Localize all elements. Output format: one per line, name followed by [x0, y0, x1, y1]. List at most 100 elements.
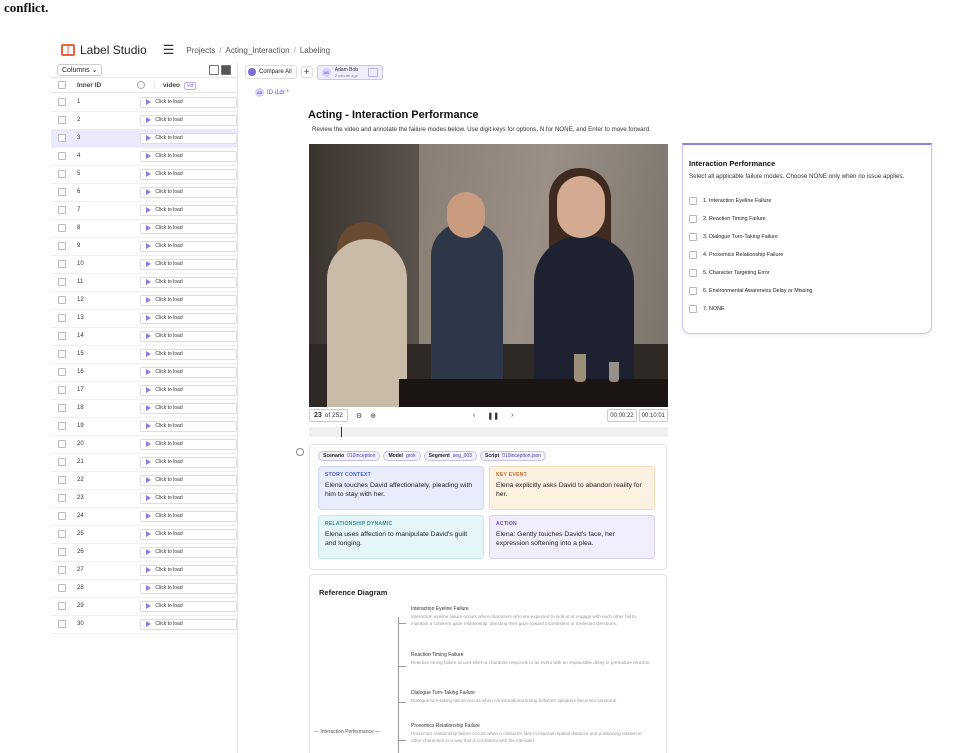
- row-checkbox[interactable]: [58, 476, 66, 484]
- table-row[interactable]: 17 Click to load: [51, 381, 237, 400]
- choice-option-5[interactable]: 5. Character Targeting Error: [689, 269, 770, 277]
- select-all-checkbox[interactable]: [58, 81, 66, 89]
- grid-view-icon[interactable]: [221, 64, 231, 75]
- video-cell[interactable]: Click to load: [140, 402, 237, 414]
- timeline-track[interactable]: [309, 427, 668, 437]
- column-inner-id[interactable]: Inner ID: [77, 82, 137, 89]
- row-checkbox[interactable]: [58, 548, 66, 556]
- table-row[interactable]: 18 Click to load: [51, 399, 237, 418]
- zoom-icon[interactable]: ⊕: [370, 412, 376, 420]
- table-row[interactable]: 23 Click to load: [51, 489, 237, 508]
- row-checkbox[interactable]: [58, 422, 66, 430]
- video-cell[interactable]: Click to load: [140, 168, 237, 180]
- row-checkbox[interactable]: [58, 188, 66, 196]
- video-cell[interactable]: Click to load: [140, 186, 237, 198]
- row-checkbox[interactable]: [58, 206, 66, 214]
- video-cell[interactable]: Click to load: [140, 456, 237, 468]
- table-row[interactable]: 21 Click to load: [51, 453, 237, 472]
- choice-checkbox[interactable]: [689, 197, 697, 205]
- table-row[interactable]: 26 Click to load: [51, 543, 237, 562]
- compare-all-button[interactable]: Compare All: [245, 65, 297, 79]
- row-checkbox[interactable]: [58, 98, 66, 106]
- table-row[interactable]: 30 Click to load: [51, 615, 237, 634]
- table-row[interactable]: 14 Click to load: [51, 327, 237, 346]
- video-cell[interactable]: Click to load: [140, 420, 237, 432]
- row-checkbox[interactable]: [58, 134, 66, 142]
- choice-checkbox[interactable]: [689, 269, 697, 277]
- row-checkbox[interactable]: [58, 584, 66, 592]
- video-cell[interactable]: Click to load: [140, 348, 237, 360]
- table-row[interactable]: 11 Click to load: [51, 273, 237, 292]
- row-checkbox[interactable]: [58, 314, 66, 322]
- choice-checkbox[interactable]: [689, 251, 697, 259]
- table-row[interactable]: 3 Click to load: [51, 129, 237, 148]
- video-cell[interactable]: Click to load: [140, 312, 237, 324]
- video-cell[interactable]: Click to load: [140, 438, 237, 450]
- choice-checkbox[interactable]: [689, 233, 697, 241]
- row-checkbox[interactable]: [58, 530, 66, 538]
- settings-icon[interactable]: ⚙: [356, 412, 362, 420]
- video-cell[interactable]: Click to load: [140, 204, 237, 216]
- video-cell[interactable]: Click to load: [140, 132, 237, 144]
- row-checkbox[interactable]: [58, 566, 66, 574]
- video-cell[interactable]: Click to load: [140, 150, 237, 162]
- video-cell[interactable]: Click to load: [140, 528, 237, 540]
- row-checkbox[interactable]: [58, 224, 66, 232]
- prev-frame-icon[interactable]: ‹: [473, 412, 475, 420]
- video-cell[interactable]: Click to load: [140, 330, 237, 342]
- next-frame-icon[interactable]: ›: [511, 412, 513, 420]
- row-checkbox[interactable]: [58, 458, 66, 466]
- video-cell[interactable]: Click to load: [140, 600, 237, 612]
- video-cell[interactable]: Click to load: [140, 114, 237, 126]
- table-row[interactable]: 9 Click to load: [51, 237, 237, 256]
- breadcrumb-project[interactable]: Acting_Interaction: [226, 46, 290, 55]
- table-row[interactable]: 25 Click to load: [51, 525, 237, 544]
- choice-checkbox[interactable]: [689, 305, 697, 313]
- frame-counter[interactable]: 23 of 252: [309, 409, 348, 422]
- row-checkbox[interactable]: [58, 368, 66, 376]
- pause-icon[interactable]: ❚❚: [487, 412, 499, 420]
- table-row[interactable]: 19 Click to load: [51, 417, 237, 436]
- video-cell[interactable]: Click to load: [140, 492, 237, 504]
- choice-option-1[interactable]: 1. Interaction Eyeline Failure: [689, 197, 771, 205]
- video-cell[interactable]: Click to load: [140, 384, 237, 396]
- row-checkbox[interactable]: [58, 242, 66, 250]
- video-cell[interactable]: Click to load: [140, 564, 237, 576]
- table-row[interactable]: 7 Click to load: [51, 201, 237, 220]
- choice-option-7[interactable]: 7. NONE: [689, 305, 725, 313]
- video-cell[interactable]: Click to load: [140, 618, 237, 630]
- breadcrumb-projects[interactable]: Projects: [186, 46, 215, 55]
- row-checkbox[interactable]: [58, 620, 66, 628]
- table-row[interactable]: 12 Click to load: [51, 291, 237, 310]
- columns-button[interactable]: Columns ⌄: [57, 63, 103, 76]
- row-checkbox[interactable]: [58, 296, 66, 304]
- table-row[interactable]: 4 Click to load: [51, 147, 237, 166]
- table-row[interactable]: 24 Click to load: [51, 507, 237, 526]
- list-view-icon[interactable]: [209, 64, 219, 75]
- row-checkbox[interactable]: [58, 116, 66, 124]
- video-cell[interactable]: Click to load: [140, 582, 237, 594]
- video-cell[interactable]: Click to load: [140, 294, 237, 306]
- choice-checkbox[interactable]: [689, 215, 697, 223]
- choice-option-3[interactable]: 3. Dialogue Turn-Taking Failure: [689, 233, 778, 241]
- row-checkbox[interactable]: [58, 332, 66, 340]
- row-checkbox[interactable]: [58, 152, 66, 160]
- table-row[interactable]: 5 Click to load: [51, 165, 237, 184]
- row-checkbox[interactable]: [58, 278, 66, 286]
- info-icon[interactable]: [137, 81, 145, 89]
- row-checkbox[interactable]: [58, 260, 66, 268]
- video-cell[interactable]: Click to load: [140, 222, 237, 234]
- video-cell[interactable]: Click to load: [140, 546, 237, 558]
- row-checkbox[interactable]: [58, 494, 66, 502]
- table-row[interactable]: 16 Click to load: [51, 363, 237, 382]
- table-row[interactable]: 29 Click to load: [51, 597, 237, 616]
- video-cell[interactable]: Click to load: [140, 96, 237, 108]
- table-row[interactable]: 27 Click to load: [51, 561, 237, 580]
- table-row[interactable]: 6 Click to load: [51, 183, 237, 202]
- video-cell[interactable]: Click to load: [140, 276, 237, 288]
- row-checkbox[interactable]: [58, 350, 66, 358]
- video-cell[interactable]: Click to load: [140, 510, 237, 522]
- choice-option-2[interactable]: 2. Reaction Timing Failure: [689, 215, 766, 223]
- table-row[interactable]: 8 Click to load: [51, 219, 237, 238]
- column-video[interactable]: video vid: [154, 81, 197, 90]
